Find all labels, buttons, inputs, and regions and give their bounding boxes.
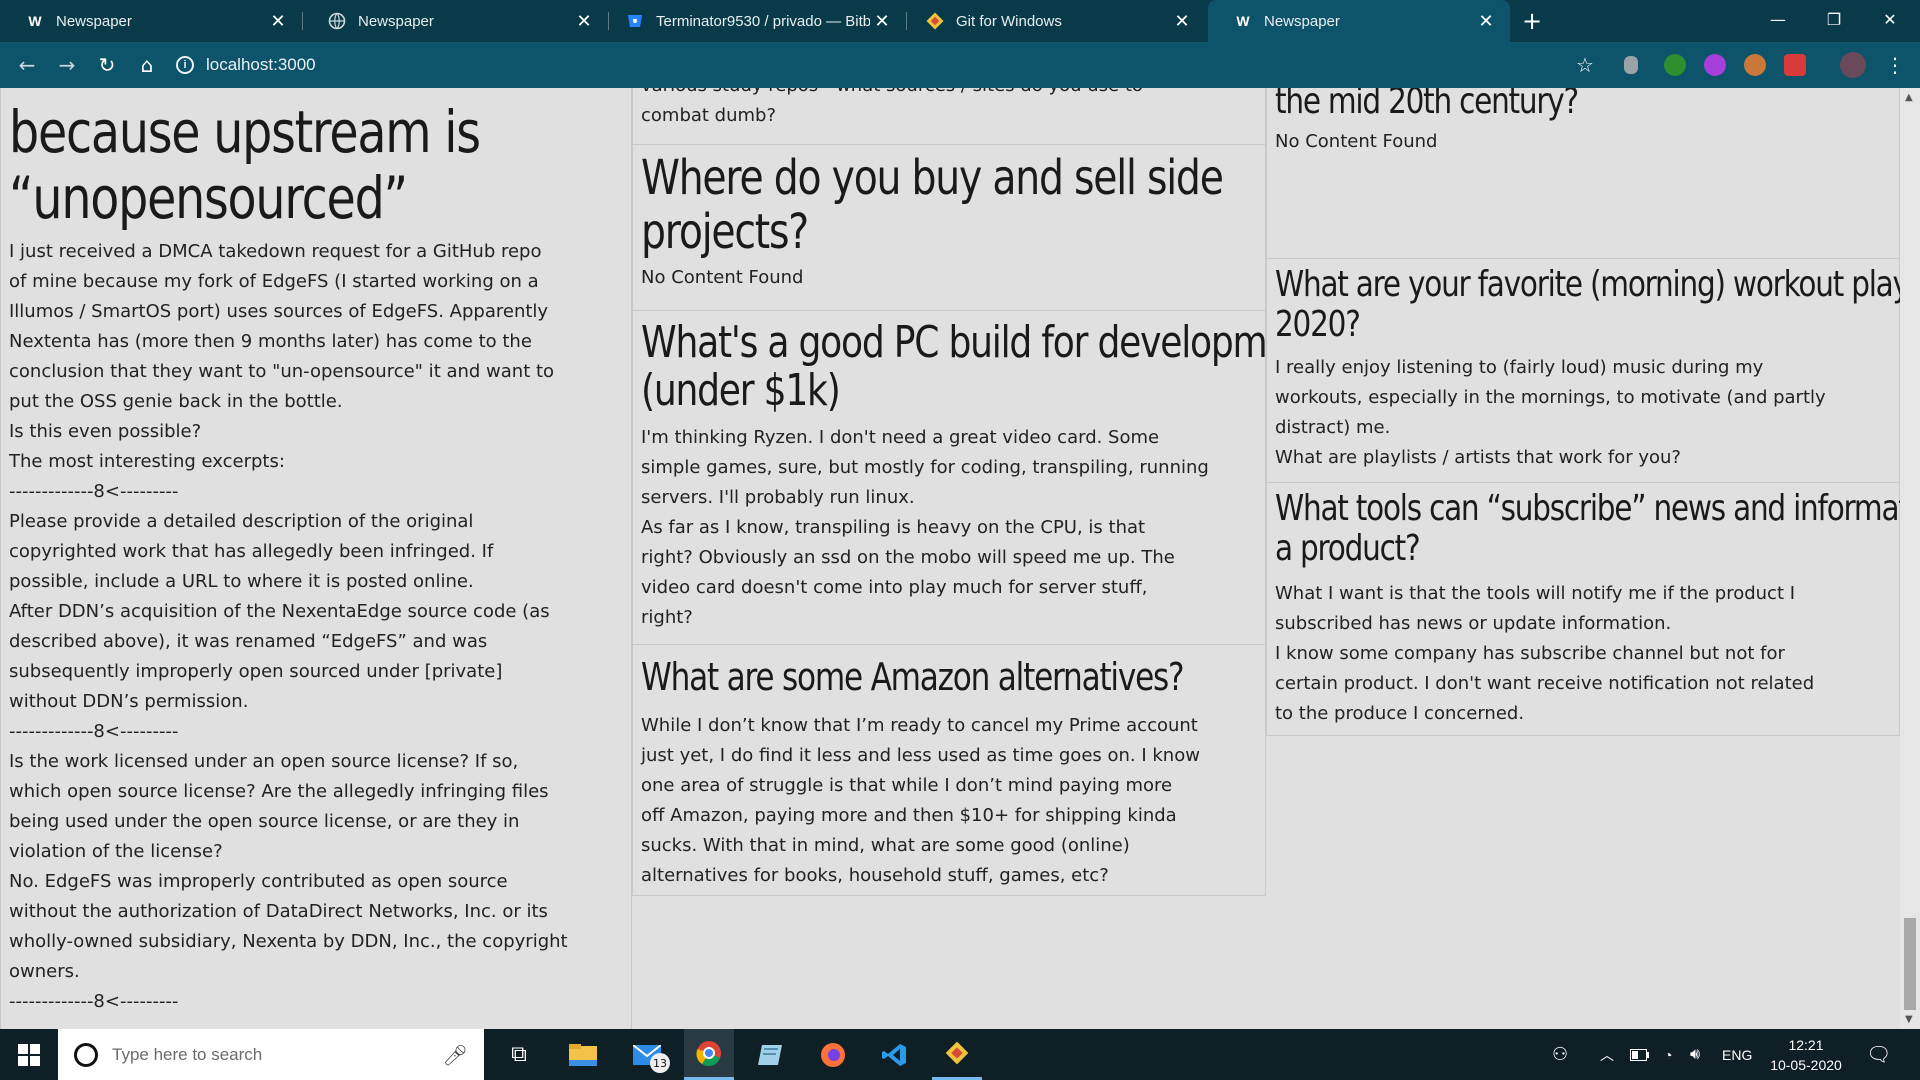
chrome-icon[interactable] [684, 1029, 734, 1080]
volume-icon[interactable]: 🔊︎ [1690, 1029, 1700, 1080]
article-title: What tools can “subscribe” news and info… [1275, 488, 1900, 569]
article-card[interactable]: What tools can “subscribe” news and info… [1266, 482, 1900, 736]
tab-title: Terminator9530 / privado — Bitb [656, 12, 870, 30]
article-card[interactable]: What are your favorite (morning) workout… [1266, 258, 1900, 484]
bitbucket-icon [626, 12, 644, 30]
extension-purple-icon[interactable] [1704, 54, 1726, 76]
new-tab-button[interactable]: + [1518, 7, 1546, 35]
article-body: What I want is that the tools will notif… [1275, 583, 1815, 724]
minimize-button[interactable]: — [1750, 0, 1806, 38]
restore-button[interactable]: ❐ [1806, 0, 1862, 38]
tab-git-for-windows[interactable]: Git for Windows ✕ [900, 0, 1206, 42]
close-icon[interactable]: ✕ [1474, 9, 1498, 33]
close-icon[interactable]: ✕ [572, 9, 596, 33]
clock[interactable]: 12:21 10-05-2020 [1764, 1029, 1848, 1080]
back-icon[interactable]: ← [12, 50, 42, 80]
article-card[interactable]: What are some Amazon alternatives? While… [632, 644, 1266, 896]
search-placeholder: Type here to search [112, 1044, 263, 1064]
tab-newspaper-1[interactable]: W Newspaper ✕ [0, 0, 302, 42]
reload-icon[interactable]: ↻ [92, 50, 122, 80]
clock-date: 10-05-2020 [1770, 1056, 1842, 1073]
windows-taskbar: Type here to search 🎤︎ ⧉ 13 ⚇ ︿ ◔ 🔊︎ ENG… [0, 1029, 1920, 1080]
language-indicator[interactable]: ENG [1722, 1029, 1752, 1080]
search-icon [74, 1042, 98, 1067]
people-icon[interactable]: ⚇ [1552, 1029, 1568, 1080]
extension-icon[interactable] [1624, 56, 1638, 74]
article-body: I just received a DMCA takedown request … [9, 241, 568, 1012]
article-card[interactable]: the mid 20th century? No Content Found [1266, 88, 1900, 260]
tab-newspaper-active[interactable]: W Newspaper ✕ [1208, 0, 1510, 42]
browser-toolbar: ← → ↻ ⌂ i localhost:3000 ☆ ⋮ [0, 42, 1920, 88]
bookmark-star-icon[interactable]: ☆ [1570, 50, 1600, 80]
tab-bitbucket[interactable]: Terminator9530 / privado — Bitb ✕ [600, 0, 906, 42]
article-title: takedown from GitHub because upstream is… [9, 88, 523, 232]
info-icon[interactable]: i [176, 56, 194, 74]
article-body: No Content Found [1275, 131, 1438, 152]
address-bar[interactable]: i localhost:3000 [176, 50, 316, 80]
clock-time: 12:21 [1788, 1036, 1824, 1053]
article-body: No Content Found [641, 267, 804, 288]
vscode-icon[interactable] [870, 1029, 920, 1080]
tab-title: Newspaper [56, 12, 132, 30]
extension-cookie-icon[interactable] [1744, 54, 1766, 76]
tab-title: Git for Windows [956, 12, 1062, 30]
tab-title: Newspaper [1264, 12, 1340, 30]
extension-red-icon[interactable] [1784, 54, 1806, 76]
forward-icon[interactable]: → [52, 50, 82, 80]
close-window-button[interactable]: ✕ [1862, 0, 1918, 38]
scroll-up-icon[interactable]: ▲ [1905, 92, 1915, 103]
close-icon[interactable]: ✕ [1170, 9, 1194, 33]
w-icon: W [1236, 13, 1250, 29]
article-card[interactable]: takedown from GitHub because upstream is… [0, 88, 632, 1029]
file-explorer-icon[interactable] [560, 1029, 606, 1080]
article-card[interactable]: Where do you buy and sell side projects?… [632, 144, 1266, 312]
w-icon: W [28, 13, 42, 29]
mail-badge: 13 [650, 1053, 670, 1073]
article-title: Where do you buy and sell side projects? [641, 150, 1224, 260]
article-title: What are your favorite (morning) workout… [1275, 264, 1900, 345]
tab-title: Newspaper [358, 12, 434, 30]
taskbar-search[interactable]: Type here to search 🎤︎ [58, 1029, 484, 1080]
git-icon[interactable] [932, 1029, 982, 1080]
avatar[interactable] [1840, 52, 1866, 78]
task-view-icon[interactable]: ⧉ [496, 1029, 542, 1080]
page-scrollbar[interactable]: ▲ ▼ [1900, 88, 1920, 1029]
tab-newspaper-2[interactable]: Newspaper ✕ [302, 0, 608, 42]
close-icon[interactable]: ✕ [266, 9, 290, 33]
battery-icon[interactable] [1630, 1029, 1650, 1080]
article-title: What's a good PC build for development (… [641, 317, 1323, 416]
tab-strip: W Newspaper ✕ Newspaper ✕ Terminator9530… [0, 0, 1920, 42]
article-body: various study repos - what sources / sit… [641, 88, 1143, 126]
close-icon[interactable]: ✕ [870, 9, 894, 33]
wifi-icon[interactable]: ◔ [1664, 1029, 1672, 1080]
article-body: I'm thinking Ryzen. I don't need a great… [641, 427, 1209, 628]
newspaper-page: takedown from GitHub because upstream is… [0, 88, 1900, 1029]
notes-app-icon[interactable] [746, 1029, 796, 1080]
extension-tree-icon[interactable] [1664, 54, 1686, 76]
home-icon[interactable]: ⌂ [132, 50, 162, 80]
article-body: While I don’t know that I’m ready to can… [641, 715, 1200, 886]
article-card[interactable]: What's a good PC build for development (… [632, 310, 1323, 646]
microphone-icon[interactable]: 🎤︎ [443, 1043, 468, 1067]
git-icon [926, 12, 944, 30]
notifications-icon[interactable]: 🗨︎ [1866, 1029, 1891, 1080]
menu-dots-icon[interactable]: ⋮ [1880, 50, 1910, 80]
article-title: What are some Amazon alternatives? [641, 655, 1185, 699]
url-text: localhost:3000 [206, 55, 316, 74]
article-body: I really enjoy listening to (fairly loud… [1275, 357, 1826, 468]
article-title: the mid 20th century? [1275, 88, 1579, 122]
windows-start-icon[interactable] [0, 1029, 58, 1080]
scroll-down-icon[interactable]: ▼ [1905, 1014, 1915, 1025]
chevron-up-icon[interactable]: ︿ [1600, 1029, 1614, 1080]
globe-icon [328, 12, 346, 30]
mail-icon[interactable]: 13 [622, 1029, 672, 1080]
scrollbar-thumb[interactable] [1904, 918, 1916, 1010]
firefox-icon[interactable] [808, 1029, 858, 1080]
